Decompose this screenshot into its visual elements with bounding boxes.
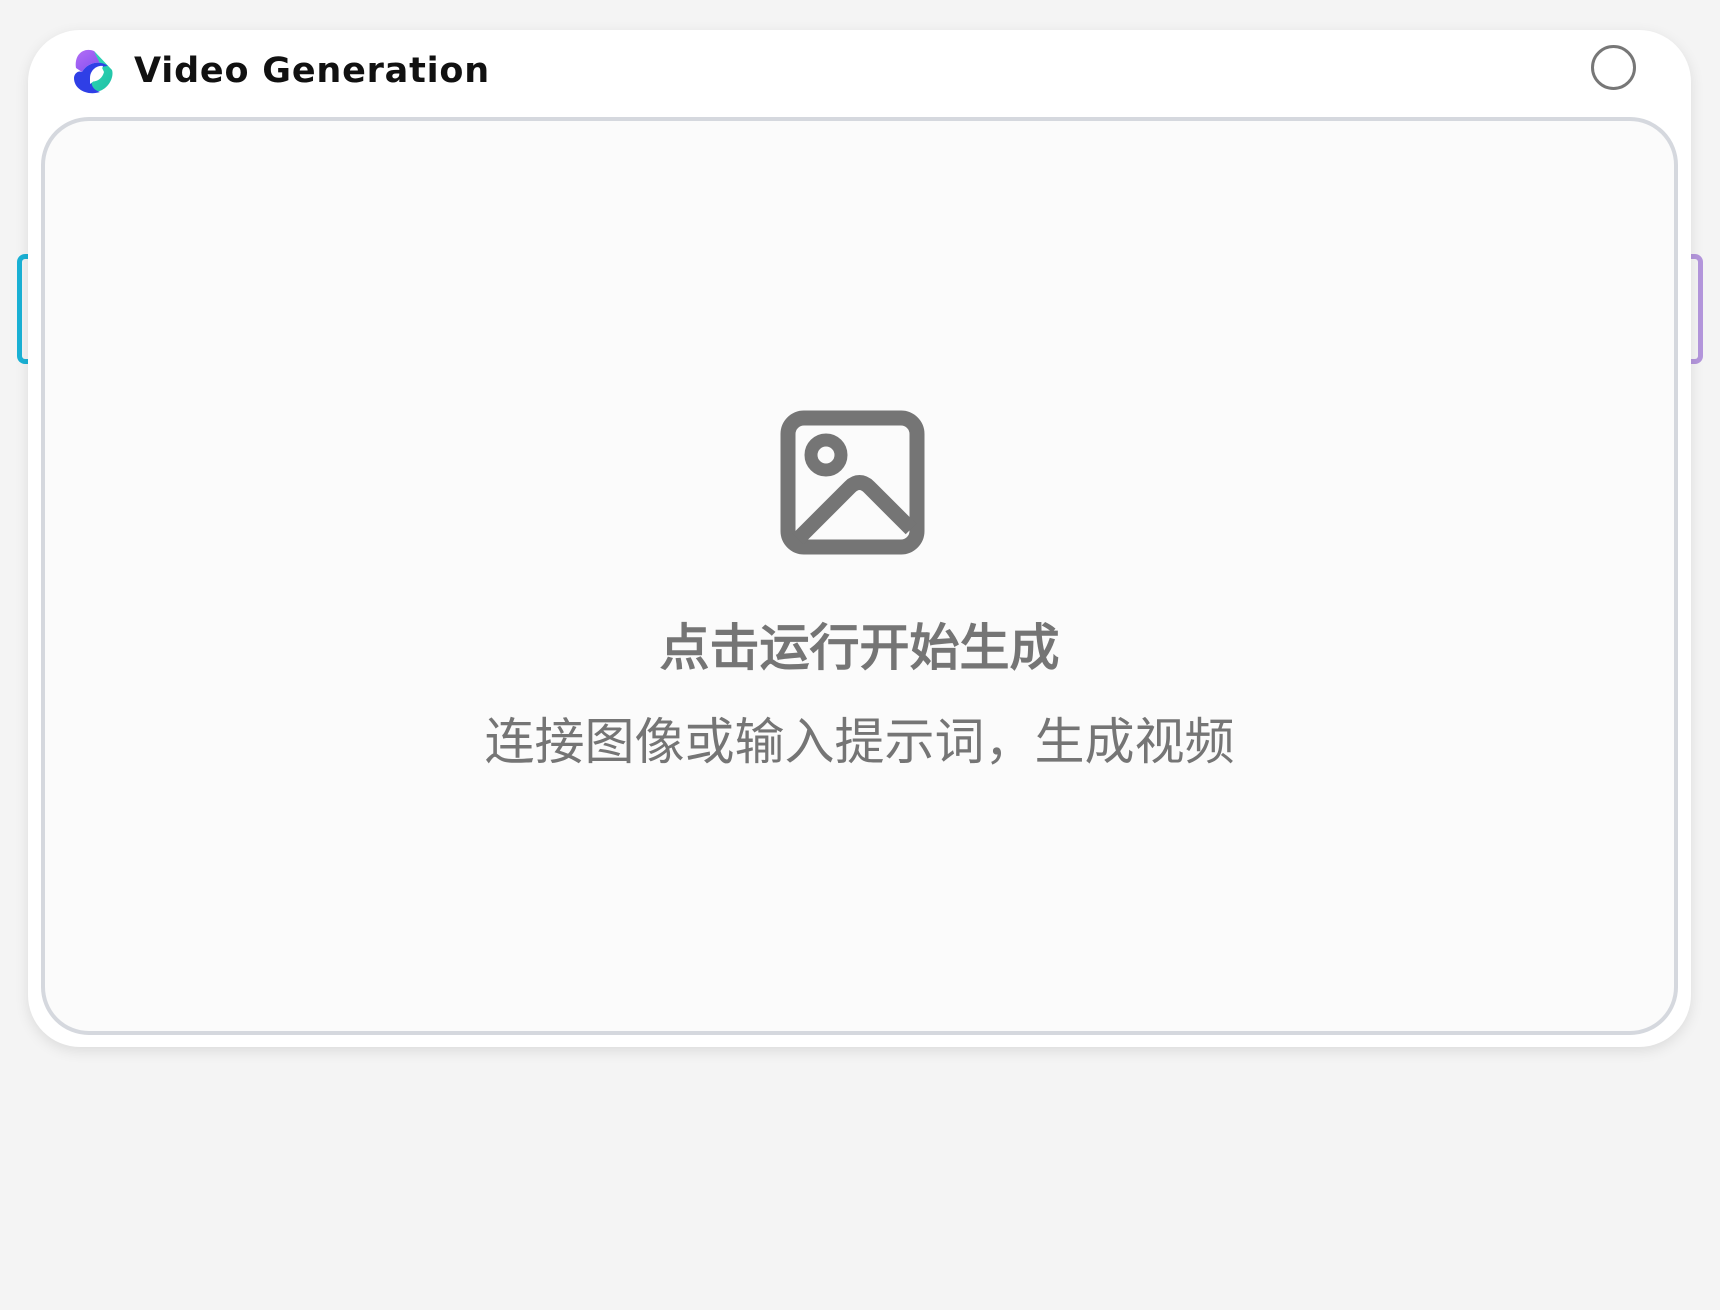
image-placeholder-icon [780, 410, 925, 555]
app-logo-icon [74, 49, 113, 94]
video-generation-node[interactable]: Video Generation 点击运行开始生成 连接图像或输入提示词，生成视… [28, 30, 1691, 1047]
status-circle-icon[interactable] [1591, 45, 1636, 90]
node-title: Video Generation [134, 51, 490, 91]
placeholder-title: 点击运行开始生成 [659, 619, 1060, 677]
video-preview-area[interactable]: 点击运行开始生成 连接图像或输入提示词，生成视频 [41, 117, 1678, 1035]
placeholder-subtitle: 连接图像或输入提示词，生成视频 [484, 713, 1235, 771]
